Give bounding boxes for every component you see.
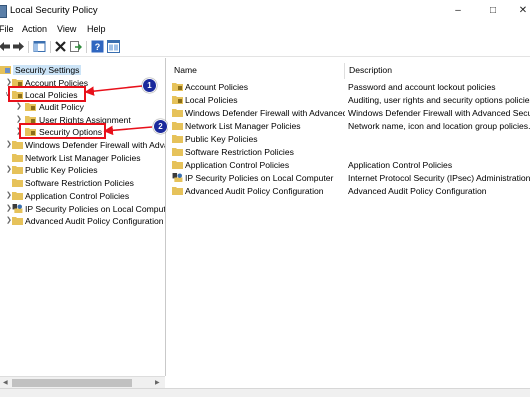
column-header-description[interactable]: Description <box>349 65 392 75</box>
folder-icon <box>172 161 183 169</box>
chevron-right-icon[interactable]: ❯ <box>6 204 12 212</box>
close-button[interactable]: ✕ <box>516 4 530 18</box>
list-item-name: Advanced Audit Policy Configuration <box>185 186 324 196</box>
folder-icon <box>172 187 183 195</box>
list-item-name: Network List Manager Policies <box>185 121 301 131</box>
ip-security-icon <box>172 173 183 182</box>
chevron-right-icon[interactable]: ❯ <box>6 165 12 173</box>
export-icon[interactable] <box>69 40 82 53</box>
window-title: Local Security Policy <box>10 5 98 16</box>
tree-label: Software Restriction Policies <box>25 178 134 188</box>
column-divider[interactable] <box>344 63 345 79</box>
help-icon[interactable]: ? <box>91 40 104 53</box>
list-item-description: Password and account lockout policies <box>348 82 496 92</box>
toolbar: ? <box>0 38 530 57</box>
tree-label: Network List Manager Policies <box>25 153 141 163</box>
toolbar-separator <box>28 41 29 53</box>
svg-text:?: ? <box>95 42 101 52</box>
list-item-name: Windows Defender Firewall with Advanced … <box>185 108 345 118</box>
menu-help[interactable]: Help <box>87 24 106 34</box>
scrollbar-thumb[interactable] <box>12 379 132 387</box>
chevron-right-icon[interactable]: ❯ <box>16 115 22 123</box>
menu-view[interactable]: View <box>57 24 76 34</box>
tree-label: Public Key Policies <box>25 165 98 175</box>
chevron-right-icon[interactable]: ❯ <box>6 140 12 148</box>
list-row[interactable]: Advanced Audit Policy Configuration Adva… <box>168 185 530 197</box>
scroll-right-icon[interactable]: ▶ <box>155 379 160 386</box>
scroll-left-icon[interactable]: ◀ <box>3 379 8 386</box>
title-bar: Local Security Policy – □ ✕ <box>0 0 530 22</box>
list-row[interactable]: Network List Manager Policies Network na… <box>168 120 530 132</box>
folder-icon <box>12 154 23 162</box>
list-item-description: Network name, icon and location group po… <box>348 121 530 131</box>
tree-label: Audit Policy <box>39 102 84 112</box>
list-row[interactable]: IP Security Policies on Local Computer I… <box>168 172 530 184</box>
callout-badge-1: 1 <box>142 78 157 93</box>
back-icon[interactable] <box>0 40 11 53</box>
maximize-button[interactable]: □ <box>486 4 500 18</box>
list-item-description: Auditing, user rights and security optio… <box>348 95 530 105</box>
list-item-name: Software Restriction Policies <box>185 147 294 157</box>
chevron-right-icon[interactable]: ❯ <box>16 102 22 110</box>
app-icon <box>0 5 7 18</box>
folder-icon <box>12 141 23 149</box>
tree-label: Advanced Audit Policy Configuration <box>25 216 164 226</box>
list-row[interactable]: Account Policies Password and account lo… <box>168 81 530 93</box>
list-item-name: Application Control Policies <box>185 160 290 170</box>
show-tree-icon[interactable] <box>33 40 46 53</box>
folder-icon <box>172 109 183 117</box>
highlight-security-options <box>19 123 106 139</box>
list-item-name: Local Policies <box>185 95 238 105</box>
tree-label: Windows Defender Firewall with Advanced … <box>25 140 165 150</box>
list-row[interactable]: Application Control Policies Application… <box>168 159 530 171</box>
list-row[interactable]: Local Policies Auditing, user rights and… <box>168 94 530 106</box>
toolbar-separator <box>50 41 51 53</box>
list-item-description: Application Control Policies <box>348 160 453 170</box>
highlight-local-policies <box>8 86 86 102</box>
folder-icon <box>172 83 183 91</box>
folder-icon <box>172 122 183 130</box>
chevron-right-icon[interactable]: ❯ <box>6 191 12 199</box>
tree-label: IP Security Policies on Local Computer <box>25 204 166 214</box>
chevron-right-icon[interactable]: ❯ <box>6 78 12 86</box>
list-item-description: Internet Protocol Security (IPsec) Admin… <box>348 173 530 183</box>
folder-icon <box>12 179 23 187</box>
list-item-name: Public Key Policies <box>185 134 258 144</box>
callout-badge-2: 2 <box>153 119 168 134</box>
folder-icon <box>172 96 183 104</box>
tree-label: Application Control Policies <box>25 191 130 201</box>
list-row[interactable]: Windows Defender Firewall with Advanced … <box>168 107 530 119</box>
delete-icon[interactable] <box>54 40 67 53</box>
list-item-description: Advanced Audit Policy Configuration <box>348 186 487 196</box>
chevron-right-icon[interactable]: ❯ <box>6 216 12 224</box>
folder-icon <box>12 217 23 225</box>
security-settings-icon <box>0 66 11 74</box>
properties-icon[interactable] <box>107 40 120 53</box>
folder-icon <box>12 192 23 200</box>
navigation-tree[interactable]: Security Settings ❯ Account Policies ∨ L… <box>0 58 166 376</box>
folder-icon <box>12 166 23 174</box>
toolbar-separator <box>86 41 87 53</box>
menu-file[interactable]: File <box>0 24 14 34</box>
list-row[interactable]: Software Restriction Policies <box>168 146 530 158</box>
list-row[interactable]: Public Key Policies <box>168 133 530 145</box>
minimize-button[interactable]: – <box>451 4 465 18</box>
details-pane: Name Description Account Policies Passwo… <box>168 58 530 388</box>
folder-icon <box>172 135 183 143</box>
list-item-description: Windows Defender Firewall with Advanced … <box>348 108 530 118</box>
tree-label: Security Settings <box>13 65 82 75</box>
menu-action[interactable]: Action <box>22 24 47 34</box>
list-item-name: Account Policies <box>185 82 249 92</box>
menu-bar: File Action View Help <box>0 22 530 38</box>
forward-icon[interactable] <box>12 40 25 53</box>
folder-icon <box>25 103 36 111</box>
ip-security-icon <box>12 204 23 213</box>
folder-icon <box>172 148 183 156</box>
list-item-name: IP Security Policies on Local Computer <box>185 173 334 183</box>
column-header-name[interactable]: Name <box>174 65 197 75</box>
